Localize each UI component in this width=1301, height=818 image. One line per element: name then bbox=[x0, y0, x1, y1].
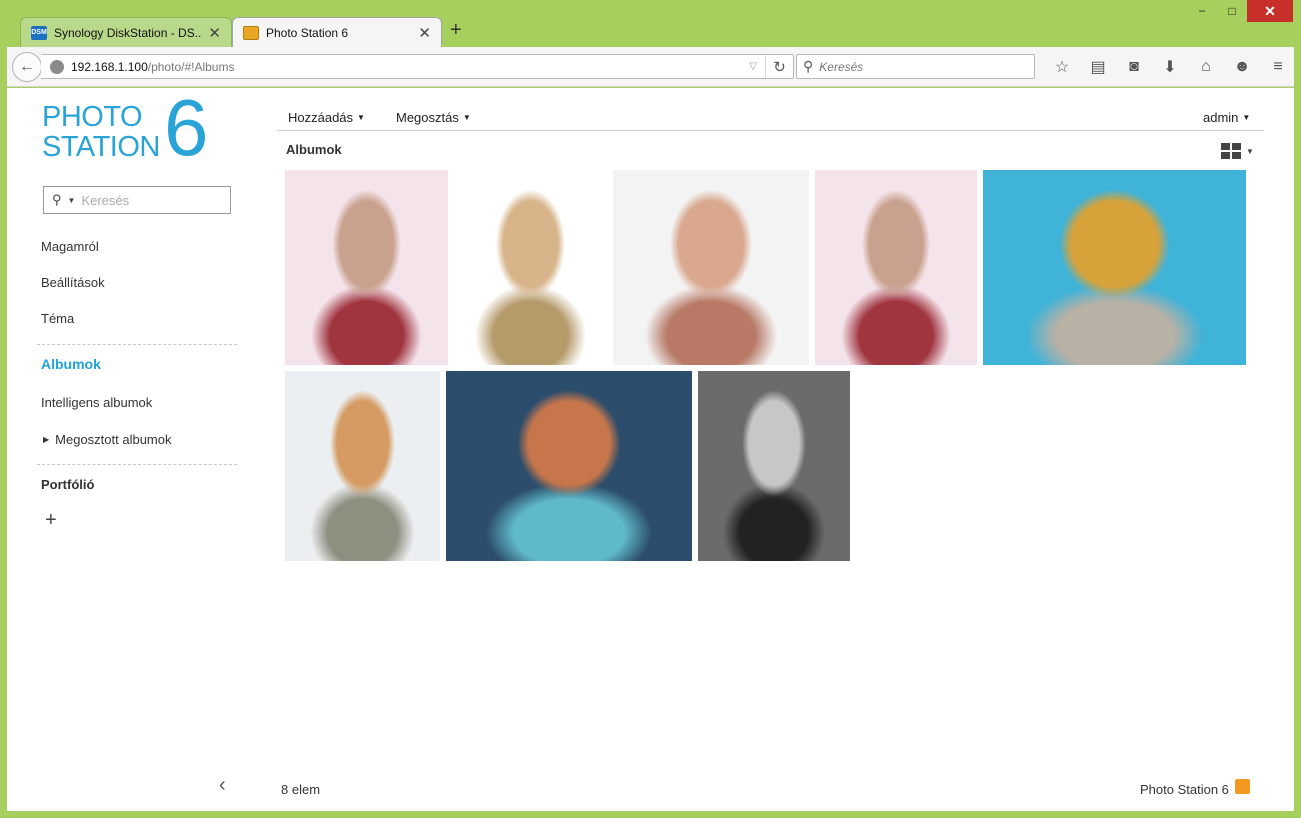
history-dropdown-icon[interactable]: ▽ bbox=[749, 61, 757, 72]
user-menu-label: admin bbox=[1203, 110, 1239, 125]
search-icon: ⚲ bbox=[803, 58, 814, 74]
minimize-button[interactable]: − bbox=[1187, 0, 1217, 22]
sidebar-item-albums[interactable]: Albumok bbox=[41, 356, 101, 372]
album-thumbnail[interactable] bbox=[815, 170, 977, 365]
close-window-button[interactable]: ✕ bbox=[1247, 0, 1293, 22]
url-host: 192.168.1.100 bbox=[71, 59, 148, 74]
new-tab-button[interactable]: + bbox=[450, 19, 462, 42]
reload-button[interactable]: ↻ bbox=[765, 55, 793, 78]
album-thumbnail[interactable] bbox=[285, 170, 448, 365]
grid-view-icon bbox=[1221, 143, 1241, 159]
add-portfolio-button[interactable]: + bbox=[45, 509, 57, 532]
back-button[interactable]: ← bbox=[12, 52, 42, 82]
window-controls: − □ ✕ bbox=[1187, 0, 1293, 22]
hello-chat-icon[interactable]: ☻ bbox=[1224, 55, 1260, 79]
chevron-down-icon[interactable]: ▼ bbox=[68, 196, 76, 205]
album-thumbnail[interactable] bbox=[448, 170, 613, 365]
globe-icon bbox=[50, 59, 64, 74]
tab-label: Synology DiskStation - DS... bbox=[54, 25, 203, 40]
search-placeholder: Keresés bbox=[819, 59, 864, 74]
sidebar-item-smart-albums[interactable]: Intelligens albumok bbox=[41, 395, 152, 410]
browser-search-input[interactable]: ⚲ Keresés bbox=[796, 54, 1035, 79]
sidebar-item-theme[interactable]: Téma bbox=[41, 311, 74, 326]
tab-synology-diskstation[interactable]: DSM Synology DiskStation - DS... ✕ bbox=[20, 17, 232, 47]
logo-word-photo: PHOTO bbox=[42, 101, 143, 133]
logo-word-station: STATION bbox=[42, 131, 160, 163]
close-tab-icon[interactable]: ✕ bbox=[418, 24, 431, 42]
search-placeholder: Keresés bbox=[81, 192, 130, 208]
album-thumbnail[interactable] bbox=[698, 371, 850, 561]
download-icon[interactable]: ⬇ bbox=[1152, 55, 1188, 79]
tab-photo-station[interactable]: Photo Station 6 ✕ bbox=[232, 17, 442, 47]
photo-station-logo: PHOTO STATION 6 bbox=[42, 88, 222, 170]
add-menu-button[interactable]: Hozzáadás ▼ bbox=[288, 110, 365, 125]
album-thumbnail[interactable] bbox=[613, 170, 809, 365]
arrow-left-icon: ← bbox=[19, 58, 35, 75]
album-thumbnail[interactable] bbox=[983, 170, 1246, 365]
share-menu-button[interactable]: Megosztás ▼ bbox=[396, 110, 471, 125]
sidebar-item-shared-albums[interactable]: ▶ Megosztott albumok bbox=[43, 432, 172, 447]
url-path: /photo/#!Albums bbox=[147, 59, 235, 74]
top-menu-bar: Hozzáadás ▼ Megosztás ▼ admin ▼ bbox=[277, 110, 1264, 131]
footer-brand: Photo Station 6 bbox=[1140, 779, 1250, 797]
caret-down-icon: ▼ bbox=[357, 113, 365, 122]
close-tab-icon[interactable]: ✕ bbox=[208, 24, 221, 42]
sidebar-item-portfolio[interactable]: Portfólió bbox=[41, 477, 94, 492]
page-title: Albumok bbox=[286, 142, 342, 157]
user-menu-button[interactable]: admin ▼ bbox=[1203, 110, 1250, 125]
dsm-favicon-icon: DSM bbox=[31, 25, 47, 40]
menu-hamburger-icon[interactable]: ≡ bbox=[1260, 55, 1296, 79]
view-mode-button[interactable]: ▼ bbox=[1221, 143, 1254, 159]
rss-icon[interactable] bbox=[1234, 779, 1250, 794]
search-icon: ⚲ bbox=[52, 192, 62, 207]
navigation-toolbar: ← 192.168.1.100/photo/#!Albums ▽ ↻ ⚲ Ker… bbox=[7, 47, 1294, 87]
sidebar-item-label: Megosztott albumok bbox=[55, 432, 172, 447]
tab-label: Photo Station 6 bbox=[266, 25, 349, 40]
reading-list-icon[interactable]: ▤ bbox=[1080, 55, 1116, 79]
url-bar[interactable]: 192.168.1.100/photo/#!Albums ▽ ↻ bbox=[41, 54, 794, 79]
add-menu-label: Hozzáadás bbox=[288, 110, 354, 125]
footer-brand-label: Photo Station 6 bbox=[1140, 782, 1229, 797]
browser-tools: ☆ ▤ ◙ ⬇ ⌂ ☻ ≡ bbox=[1044, 55, 1296, 79]
album-thumbnail[interactable] bbox=[446, 371, 692, 561]
maximize-button[interactable]: □ bbox=[1217, 0, 1247, 22]
caret-down-icon: ▼ bbox=[1246, 146, 1254, 156]
album-thumbnail[interactable] bbox=[285, 371, 440, 561]
browser-window: − □ ✕ DSM Synology DiskStation - DS... ✕… bbox=[0, 0, 1301, 818]
bookmark-star-icon[interactable]: ☆ bbox=[1044, 55, 1080, 79]
collapse-sidebar-button[interactable]: ‹ bbox=[219, 774, 226, 797]
sidebar-search-input[interactable]: ⚲ ▼ Keresés bbox=[43, 186, 231, 214]
share-menu-label: Megosztás bbox=[396, 110, 459, 125]
sidebar-divider bbox=[37, 344, 237, 345]
sidebar-item-settings[interactable]: Beállítások bbox=[41, 275, 105, 290]
sidebar-item-about-me[interactable]: Magamról bbox=[41, 239, 99, 254]
caret-right-icon: ▶ bbox=[43, 435, 50, 444]
photo-station-page: PHOTO STATION 6 ⚲ ▼ Keresés Magamról Beá… bbox=[7, 88, 1294, 811]
caret-down-icon: ▼ bbox=[462, 113, 471, 122]
pocket-icon[interactable]: ◙ bbox=[1116, 55, 1152, 79]
caret-down-icon: ▼ bbox=[1242, 113, 1251, 122]
logo-number: 6 bbox=[164, 83, 209, 172]
photo-station-favicon-icon bbox=[243, 25, 259, 40]
sidebar-divider bbox=[37, 464, 237, 465]
home-icon[interactable]: ⌂ bbox=[1188, 55, 1224, 79]
item-count: 8 elem bbox=[281, 782, 321, 797]
